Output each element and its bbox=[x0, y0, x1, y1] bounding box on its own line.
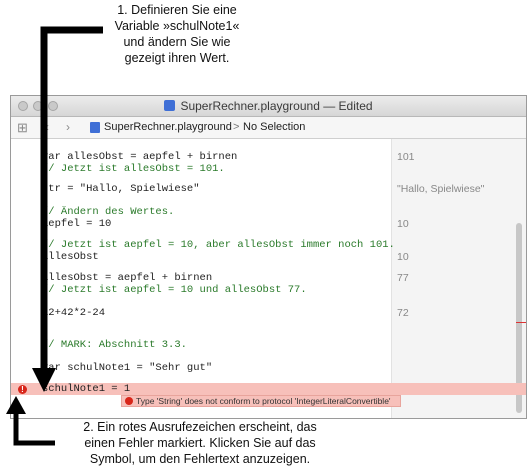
error-message-text: Type 'String' does not conform to protoc… bbox=[136, 396, 391, 406]
swift-file-icon bbox=[164, 100, 176, 111]
result-value: 77 bbox=[397, 272, 409, 284]
code-line: // Jetzt ist aepfel = 10, aber allesObst… bbox=[42, 239, 395, 251]
playground-window: SuperRechner.playground — Edited ⊞ ‹ › S… bbox=[10, 95, 527, 419]
results-sidebar bbox=[391, 139, 526, 418]
code-line: // MARK: Abschnitt 3.3. bbox=[42, 339, 187, 351]
code-line: var schulNote1 = "Sehr gut" bbox=[42, 362, 213, 374]
error-marker-tick bbox=[516, 322, 526, 323]
error-message-popup[interactable]: Type 'String' does not conform to protoc… bbox=[121, 395, 401, 407]
back-arrow-icon[interactable]: ‹ bbox=[45, 120, 49, 134]
window-title-wrap: SuperRechner.playground — Edited bbox=[11, 99, 526, 113]
code-line: 12+42*2-24 bbox=[42, 307, 106, 319]
jump-bar: ⊞ ‹ › SuperRechner.playground > No Selec… bbox=[11, 117, 526, 139]
code-line: // Jetzt ist allesObst = 101. bbox=[42, 163, 225, 175]
code-line: // Ändern des Wertes. bbox=[42, 206, 175, 218]
breadcrumb-selection[interactable]: No Selection bbox=[243, 121, 305, 133]
related-items-icon[interactable]: ⊞ bbox=[17, 120, 28, 136]
breadcrumb-file[interactable]: SuperRechner.playground bbox=[104, 121, 232, 133]
title-bar: SuperRechner.playground — Edited bbox=[11, 96, 526, 117]
result-value: "Hallo, Spielwiese" bbox=[397, 183, 485, 195]
window-title: SuperRechner.playground — Edited bbox=[180, 99, 373, 113]
callout-step-2: 2. Ein rotes Ausrufezeichen erscheint, d… bbox=[83, 420, 317, 466]
callout-step-1: 1. Definieren Sie eine Variable »schulNo… bbox=[114, 3, 240, 65]
result-value: 101 bbox=[397, 151, 415, 163]
code-line: allesObst = aepfel + birnen bbox=[42, 272, 213, 284]
code-line: str = "Hallo, Spielwiese" bbox=[42, 183, 200, 195]
code-line: // Jetzt ist aepfel = 10 und allesObst 7… bbox=[42, 284, 307, 296]
code-line: aepfel = 10 bbox=[42, 218, 112, 230]
result-value: 10 bbox=[397, 251, 409, 263]
result-value: 72 bbox=[397, 307, 409, 319]
breadcrumb-separator: > bbox=[233, 121, 240, 133]
code-line: allesObst bbox=[42, 251, 99, 263]
playground-file-icon bbox=[90, 122, 100, 133]
error-exclamation-icon[interactable]: ! bbox=[18, 385, 27, 394]
editor-gutter bbox=[11, 139, 39, 418]
result-value: 10 bbox=[397, 218, 409, 230]
code-line: var allesObst = aepfel + birnen bbox=[42, 151, 238, 163]
error-message-icon bbox=[125, 397, 133, 405]
code-line-error: schulNote1 = 1 bbox=[42, 383, 131, 395]
forward-arrow-icon[interactable]: › bbox=[66, 120, 70, 134]
